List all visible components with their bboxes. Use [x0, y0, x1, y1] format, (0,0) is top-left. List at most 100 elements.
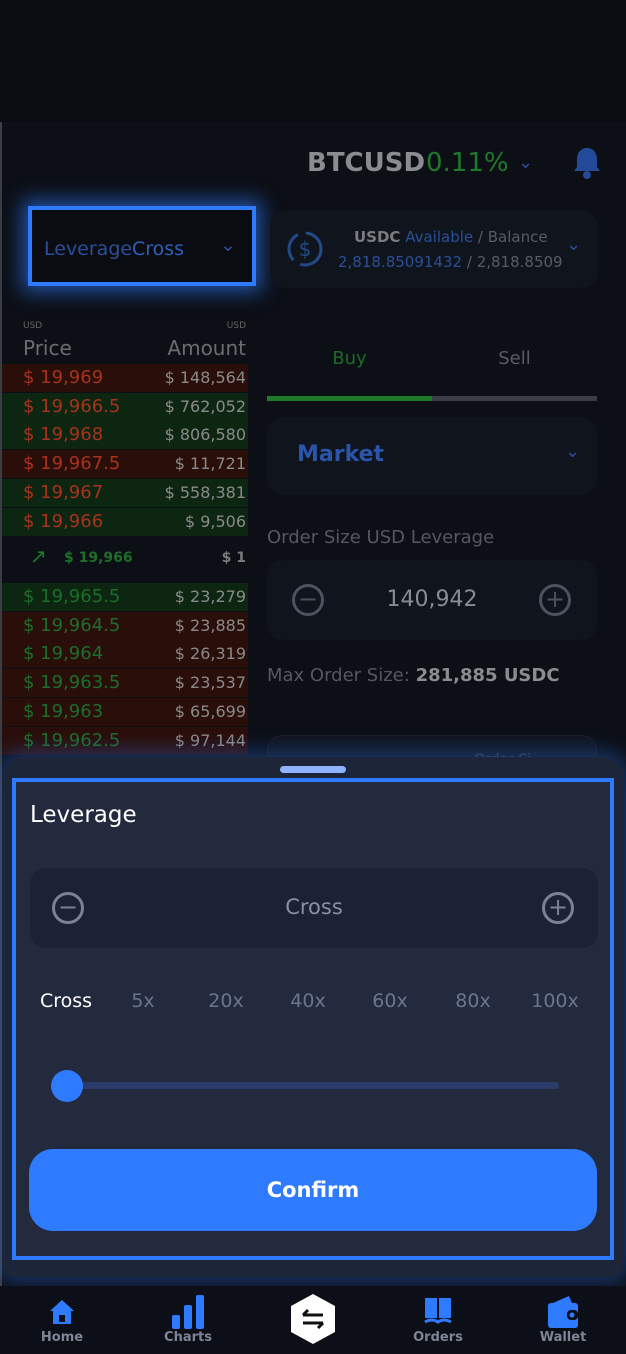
- row-amount: $ 23,885: [174, 615, 246, 635]
- nav-wallet-label: Wallet: [539, 1330, 587, 1345]
- sheet-title: Leverage: [30, 802, 137, 828]
- balance-card[interactable]: $ USDC Available / Balance 2,818.8509143…: [270, 210, 598, 288]
- leverage-option[interactable]: Cross: [31, 990, 101, 1012]
- max-order-label: Max Order Size:: [267, 665, 410, 686]
- row-amount: $ 11,721: [174, 454, 246, 474]
- usdc-icon: $: [287, 231, 323, 267]
- orderbook-row[interactable]: $ 19,969 $ 148,564: [2, 364, 248, 392]
- leverage-slider-thumb[interactable]: [51, 1070, 83, 1102]
- row-amount: $ 23,279: [174, 587, 246, 606]
- order-type-value: Market: [297, 442, 385, 467]
- orderbook-row[interactable]: $ 19,963.5 $ 23,537: [2, 669, 248, 698]
- leverage-value: Cross: [285, 895, 343, 919]
- nav-charts-label: Charts: [164, 1330, 212, 1345]
- row-amount: $ 148,564: [164, 368, 246, 387]
- orderbook-row[interactable]: $ 19,967 $ 558,381: [2, 478, 248, 507]
- price-change: 0.11%: [426, 148, 509, 178]
- chevron-down-icon: ⌄: [566, 234, 582, 255]
- separator: /: [466, 253, 472, 271]
- leverage-option[interactable]: 60x: [355, 990, 425, 1012]
- row-price: $ 19,966: [23, 510, 104, 532]
- home-icon: [50, 1300, 74, 1324]
- leverage-stepper[interactable]: − Cross +: [30, 868, 598, 948]
- leverage-option[interactable]: 40x: [273, 990, 343, 1012]
- row-price: $ 19,966.5: [23, 395, 121, 417]
- row-price: $ 19,967: [23, 481, 104, 503]
- leverage-option[interactable]: 100x: [520, 990, 590, 1012]
- balance-currency: USDC: [354, 228, 401, 246]
- row-amount: $ 558,381: [164, 482, 246, 502]
- orderbook-row[interactable]: $ 19,967.5 $ 11,721: [2, 450, 248, 479]
- order-type-select[interactable]: Market ⌄: [267, 417, 597, 495]
- row-price: $ 19,967.5: [23, 453, 121, 475]
- row-amount: $ 26,319: [174, 644, 246, 664]
- nav-orders-label: Orders: [413, 1330, 463, 1345]
- nav-wallet[interactable]: Wallet: [523, 1294, 603, 1345]
- row-amount: $ 806,580: [164, 425, 246, 445]
- orderbook-row[interactable]: $ 19,964 $ 26,319: [2, 640, 248, 669]
- leverage-select[interactable]: Leverage Cross ⌄: [28, 206, 256, 286]
- total-balance: 2,818.850914: [476, 253, 562, 271]
- row-amount: $ 97,144: [174, 730, 246, 750]
- plus-icon[interactable]: +: [542, 892, 574, 924]
- row-price: $ 19,964.5: [23, 614, 121, 636]
- orderbook-row[interactable]: $ 19,968 $ 806,580: [2, 421, 248, 450]
- arrow-up-right-icon: ↗: [30, 544, 47, 568]
- row-amount: $ 9,506: [184, 511, 246, 531]
- plus-icon[interactable]: +: [539, 584, 571, 616]
- available-label: Available: [405, 228, 474, 246]
- price-unit: USD: [23, 321, 43, 331]
- nav-orders[interactable]: Orders: [398, 1294, 478, 1345]
- last-amount: $ 1: [221, 550, 246, 566]
- leverage-option[interactable]: 80x: [438, 990, 508, 1012]
- leverage-slider-track[interactable]: [67, 1082, 559, 1089]
- bar-chart-icon: [172, 1295, 204, 1329]
- row-amount: $ 65,699: [174, 701, 246, 721]
- orderbook-row[interactable]: $ 19,965.5 $ 23,279: [2, 583, 248, 611]
- confirm-button[interactable]: Confirm: [29, 1149, 597, 1231]
- orderbook-row[interactable]: $ 19,963 $ 65,699: [2, 697, 248, 726]
- orderbook-row[interactable]: $ 19,964.5 $ 23,885: [2, 611, 248, 640]
- book-icon: [424, 1298, 452, 1324]
- row-price: $ 19,968: [23, 424, 104, 446]
- bottom-nav: Home Charts Orders Wallet: [0, 1286, 626, 1354]
- swap-icon: [291, 1294, 335, 1344]
- chevron-down-icon: ⌄: [565, 441, 581, 462]
- amount-unit: USD: [226, 321, 246, 331]
- nav-charts[interactable]: Charts: [148, 1294, 228, 1345]
- tab-track: [432, 396, 597, 401]
- nav-home-label: Home: [40, 1330, 84, 1345]
- row-price: $ 19,963.5: [23, 672, 121, 694]
- row-amount: $ 23,537: [174, 673, 246, 693]
- balance-label: / Balance: [477, 228, 548, 246]
- tab-buy[interactable]: Buy: [267, 348, 432, 369]
- drag-handle[interactable]: [280, 766, 346, 773]
- nav-home[interactable]: Home: [22, 1294, 102, 1345]
- leverage-label: Leverage: [44, 238, 133, 260]
- tab-sell[interactable]: Sell: [432, 348, 597, 369]
- row-amount: $ 762,052: [164, 396, 246, 416]
- price-header: Price: [23, 336, 72, 360]
- row-price: $ 19,969: [23, 367, 104, 388]
- orderbook-row[interactable]: $ 19,966 $ 9,506: [2, 507, 248, 536]
- trade-button[interactable]: [291, 1294, 335, 1344]
- last-price-row: ↗ $ 19,966 $ 1: [2, 544, 248, 574]
- row-price: $ 19,964: [23, 643, 104, 665]
- orderbook-row[interactable]: $ 19,966.5 $ 762,052: [2, 392, 248, 421]
- bell-icon[interactable]: [572, 146, 602, 180]
- status-bar-area: [0, 0, 626, 122]
- order-size-label: Order Size USD Leverage: [267, 527, 495, 548]
- row-price: $ 19,962.5: [23, 729, 121, 751]
- max-order-size: Max Order Size: 281,885 USDC: [267, 665, 560, 686]
- order-size-stepper[interactable]: − 140,942 +: [267, 560, 597, 640]
- wallet-icon: [548, 1296, 578, 1328]
- available-amount: 2,818.85091432: [338, 253, 463, 271]
- leverage-option[interactable]: 5x: [108, 990, 178, 1012]
- svg-text:$: $: [299, 237, 312, 261]
- orderbook-row[interactable]: $ 19,962.5 $ 97,144: [2, 726, 248, 755]
- chevron-down-icon[interactable]: ⌄: [518, 152, 533, 173]
- leverage-option[interactable]: 20x: [191, 990, 261, 1012]
- amount-header: Amount: [167, 336, 246, 360]
- chevron-down-icon: ⌄: [220, 234, 236, 256]
- row-price: $ 19,965.5: [23, 586, 121, 607]
